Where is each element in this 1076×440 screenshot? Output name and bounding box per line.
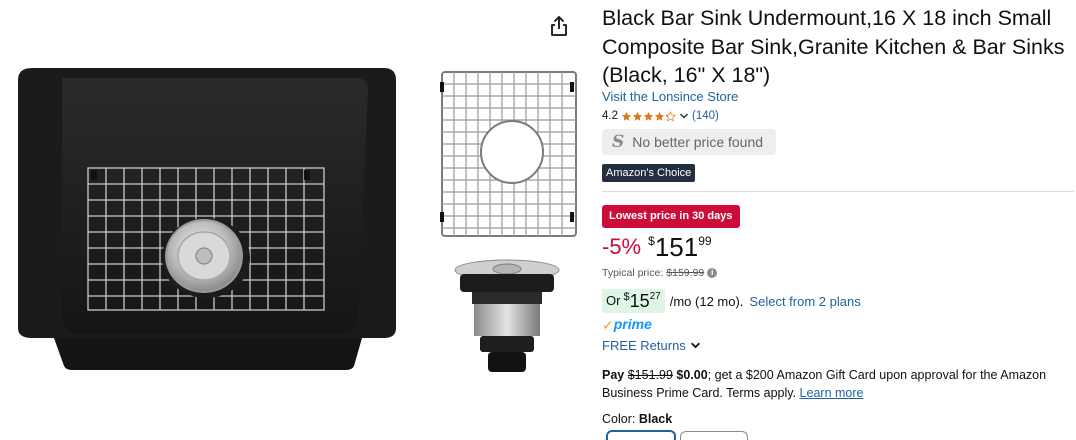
free-returns-link[interactable]: FREE Returns [602,338,701,353]
star-icon [621,111,632,121]
no-better-price-text: No better price found [632,134,764,150]
monthly-payment-row: Or $ 15 27 /mo (12 mo). Select from 2 pl… [602,289,861,313]
price-fraction: 99 [698,234,712,248]
price-row: -5% $ 151 99 [602,232,712,262]
star-icon [643,111,654,121]
color-swatch[interactable] [680,431,748,440]
rating-row[interactable]: 4.2 (140) [602,110,719,122]
price-whole: 151 [654,232,699,262]
learn-more-link[interactable]: Learn more [800,386,864,400]
star-partial-icon [665,110,676,121]
color-label: Color: [602,412,636,426]
color-selector-label: Color: Black [602,412,672,426]
typical-price-label: Typical price: [602,267,664,279]
main-product-image[interactable] [14,66,398,372]
card-offer: Pay $151.99 $0.00; get a $200 Amazon Gif… [602,366,1072,402]
star-icon [654,111,665,121]
monthly-whole: 15 [629,291,650,311]
pay-new-price: $0.00 [676,368,708,382]
monthly-fraction: 27 [649,291,661,302]
star-rating[interactable] [621,110,676,122]
color-swatch-selected[interactable] [606,430,676,440]
chevron-down-icon[interactable] [679,111,689,121]
currency-symbol: $ [648,234,655,248]
star-icon [632,111,643,121]
typical-price-row: Typical price: $159.99 i [602,267,718,279]
rating-count-link[interactable]: (140) [692,110,719,122]
prime-logo: ✓ prime [602,316,652,332]
share-icon[interactable] [548,14,570,38]
monthly-price-highlight: Or $ 15 27 [602,289,665,313]
thumbnail-grid-image[interactable] [436,68,582,240]
amazons-choice-badge: Amazon's Choice [602,164,696,182]
free-returns-label: FREE Returns [602,338,686,353]
product-title: Black Bar Sink Undermount,16 X 18 inch S… [602,6,1065,87]
pay-old-price: $151.99 [627,368,673,382]
monthly-term: /mo (12 mo). [669,293,744,309]
divider [602,191,1074,192]
typical-price-value: $159.99 [666,267,705,279]
no-better-price-badge: S No better price found [602,129,776,155]
pay-label: Pay [602,368,625,382]
discount-percent: -5% [602,234,642,259]
rating-value: 4.2 [602,110,618,122]
monthly-or: Or [606,293,621,308]
prime-word: prime [613,316,652,332]
price-tracker-icon: S [612,132,625,152]
prime-check-icon: ✓ [602,317,614,333]
store-link[interactable]: Visit the Lonsince Store [602,89,738,104]
chevron-down-icon [690,342,700,349]
select-plans-link[interactable]: Select from 2 plans [749,294,860,309]
thumbnail-strainer-image[interactable] [450,258,564,376]
color-value: Black [638,412,673,426]
lowest-price-badge: Lowest price in 30 days [602,205,740,228]
info-icon[interactable]: i [707,268,718,278]
